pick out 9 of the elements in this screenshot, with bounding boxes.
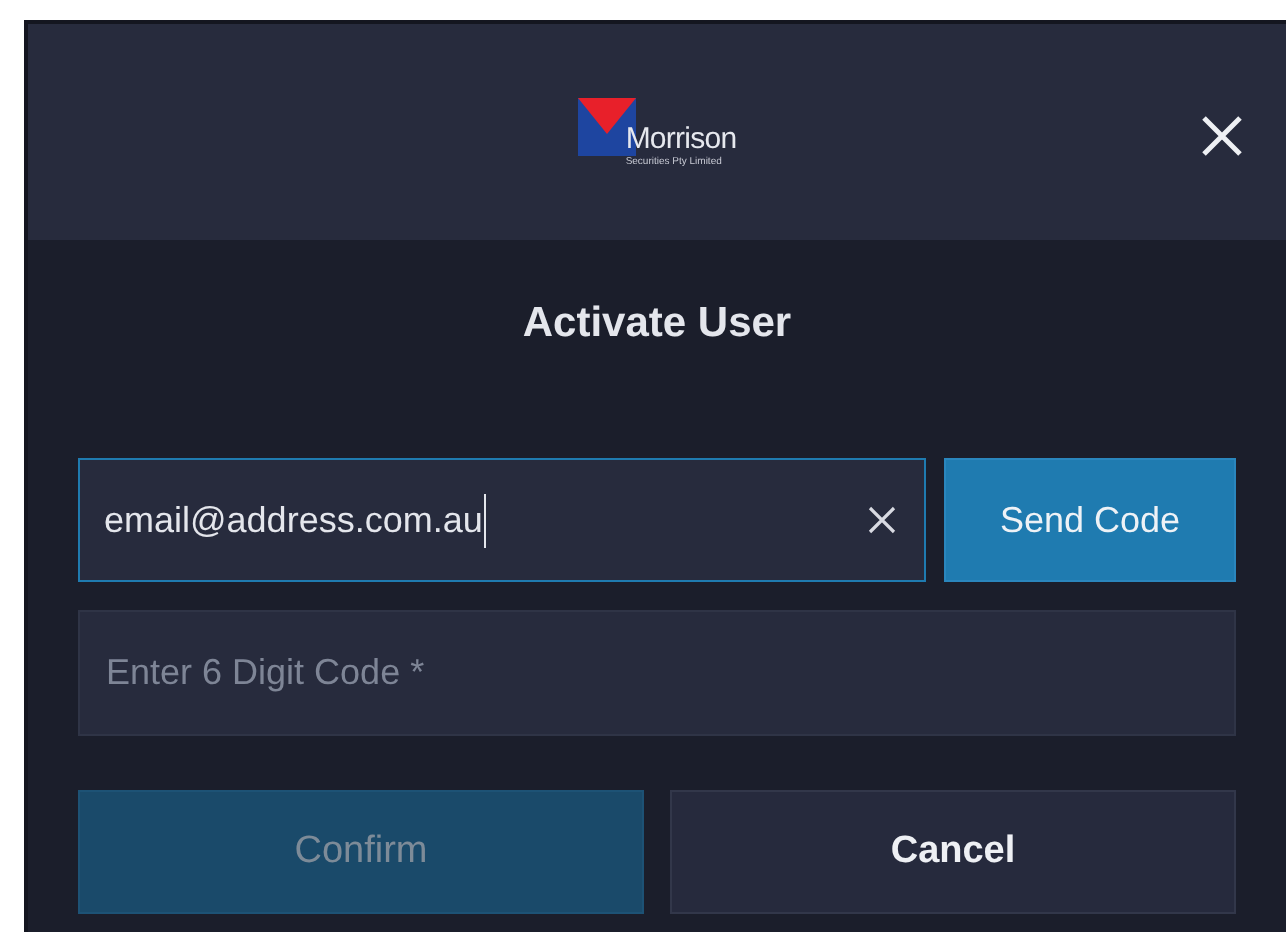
close-icon [1200,114,1244,158]
cancel-button[interactable]: Cancel [670,790,1236,914]
email-field[interactable]: email@address.com.au [78,458,926,582]
send-code-button[interactable]: Send Code [944,458,1236,582]
logo-name: Morrison [625,123,737,155]
code-field[interactable]: Enter 6 Digit Code * [78,610,1236,736]
close-button[interactable] [1198,112,1246,160]
clear-icon[interactable] [868,506,896,534]
dialog-title: Activate User [520,298,794,350]
